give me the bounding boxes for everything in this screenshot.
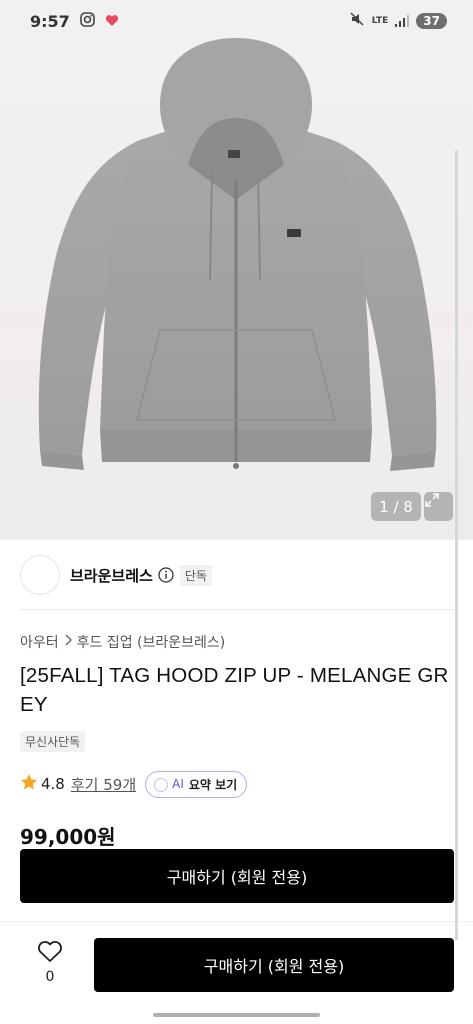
product-title: [25FALL] TAG HOOD ZIP UP - MELANGE GREY [20, 664, 449, 716]
musinsa-exclusive-badge: 무신사단독 [20, 731, 86, 752]
brand-name[interactable]: 브라운브레스 [70, 565, 153, 586]
product-price: 99,000원 [20, 825, 116, 849]
reviews-link[interactable]: 후기 59개 [71, 774, 136, 795]
buy-button[interactable]: 구매하기 (회원 전용) [20, 849, 454, 903]
exclusive-badge: 단독 [179, 564, 212, 586]
brand-logo[interactable] [20, 555, 60, 595]
breadcrumb-category[interactable]: 아우터 [20, 632, 59, 652]
brand-row[interactable]: 브라운브레스 단독 [20, 555, 454, 595]
ai-summary-button[interactable]: AI 요약 보기 [145, 770, 248, 798]
scrollbar[interactable] [455, 150, 458, 940]
ai-label: AI [172, 777, 184, 791]
product-image[interactable]: 1 / 8 [0, 0, 473, 540]
hoodie-illustration [38, 38, 437, 471]
instagram-icon [79, 11, 95, 31]
breadcrumb-subcategory[interactable]: 후드 집업 (브라운브레스) [77, 632, 226, 652]
divider [20, 609, 454, 610]
lte-indicator: LTE [371, 15, 389, 26]
signal-icon [395, 12, 410, 31]
image-counter: 1 / 8 [371, 492, 421, 521]
status-time: 9:57 [30, 11, 70, 31]
status-bar: 9:57 LTE 37 [0, 0, 473, 42]
chevron-right-icon [64, 634, 72, 650]
mute-icon [349, 11, 365, 31]
like-count: 0 [45, 969, 55, 985]
battery-indicator: 37 [416, 13, 447, 29]
rating-row: 4.8 후기 59개 AI 요약 보기 [20, 770, 248, 798]
bottom-buy-button[interactable]: 구매하기 (회원 전용) [94, 938, 454, 992]
ai-summary-label: 요약 보기 [188, 777, 238, 792]
heart-icon [37, 941, 63, 967]
rating-value: 4.8 [41, 775, 65, 793]
star-icon [20, 773, 38, 795]
expand-icon[interactable] [424, 492, 453, 521]
like-button[interactable]: 0 [30, 940, 70, 985]
info-icon[interactable] [158, 567, 174, 583]
breadcrumb[interactable]: 아우터 후드 집업 (브라운브레스) [20, 632, 225, 652]
bottom-action-bar: 0 구매하기 (회원 전용) [0, 921, 473, 1024]
heart-notification-icon [105, 12, 119, 31]
home-indicator[interactable] [153, 1013, 320, 1017]
